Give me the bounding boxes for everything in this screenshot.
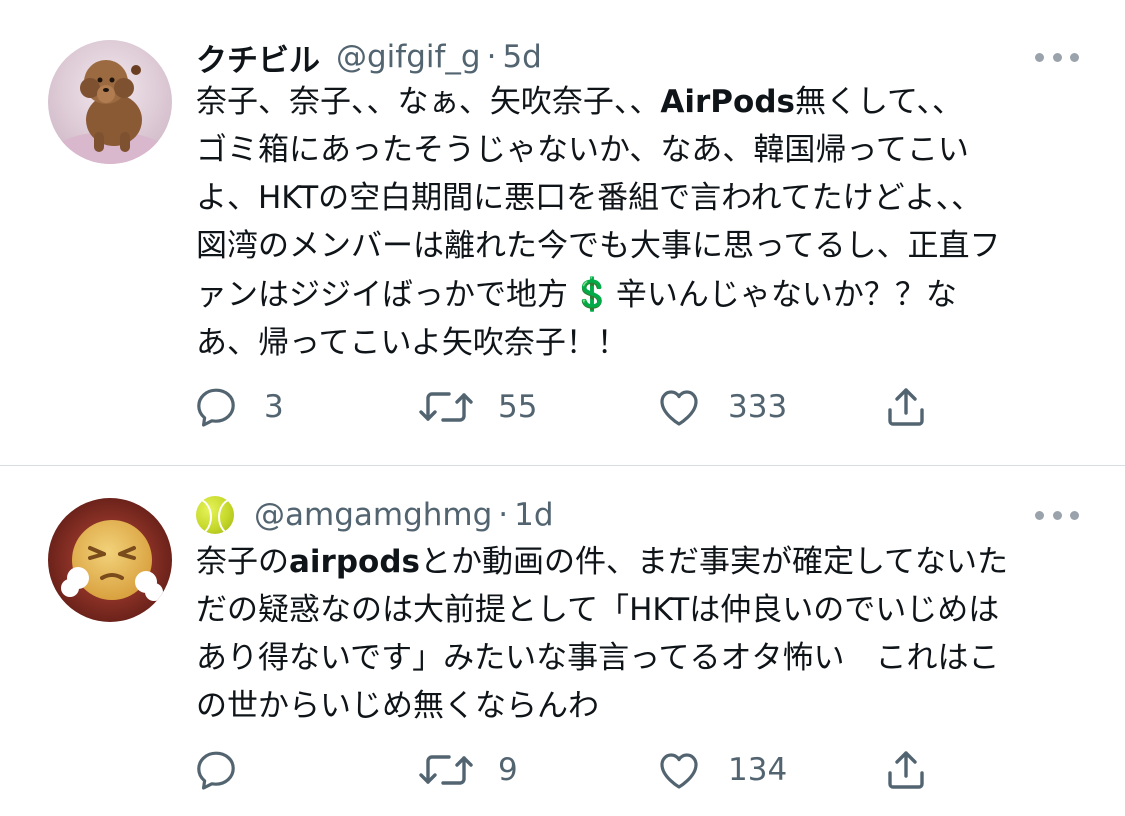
text-segment: 奈子の bbox=[196, 544, 289, 580]
dot bbox=[1052, 52, 1062, 62]
reply-count: 3 bbox=[264, 389, 284, 425]
text-line: 奈子、奈子、、なぁ、矢吹奈子、、AirPods無くして、、 bbox=[196, 78, 1076, 126]
tweet-text: 奈子、奈子、、なぁ、矢吹奈子、、AirPods無くして、、 ゴミ箱にあったそうじ… bbox=[196, 78, 1076, 367]
share-icon bbox=[888, 751, 924, 789]
more-dots-icon[interactable] bbox=[1035, 49, 1079, 65]
tweet-actions: 3 55 333 bbox=[192, 377, 952, 437]
text-line: ゴミ箱にあったそうじゃないか、なあ、韓国帰ってこい bbox=[196, 132, 969, 168]
heavy-dollar-sign-icon: 💲 bbox=[572, 275, 612, 313]
toy-poodle-avatar-icon bbox=[48, 40, 172, 164]
tweet-header: @amgamghmg · 1d bbox=[196, 494, 1105, 536]
retweet-button[interactable]: 9 bbox=[418, 740, 518, 800]
timestamp[interactable]: 5d bbox=[502, 39, 541, 75]
reply-button[interactable] bbox=[192, 740, 264, 800]
text-line: 図湾のメンバーは離れた今でも大事に思ってるし、正直フ bbox=[196, 228, 1001, 264]
retweet-count: 9 bbox=[498, 752, 518, 788]
heart-icon bbox=[660, 753, 698, 789]
like-count: 134 bbox=[728, 752, 788, 788]
retweet-icon bbox=[419, 755, 473, 785]
text-line: あり得ないです」みたいな事言ってるオタ怖い これはこ bbox=[196, 640, 1000, 676]
retweet-button[interactable]: 55 bbox=[418, 377, 537, 437]
share-button[interactable] bbox=[882, 377, 930, 437]
more-dots-icon[interactable] bbox=[1035, 507, 1079, 523]
reply-icon bbox=[197, 388, 235, 427]
avatar[interactable] bbox=[48, 498, 172, 622]
reply-button[interactable]: 3 bbox=[192, 377, 284, 437]
bold-text: AirPods bbox=[660, 84, 795, 120]
dot bbox=[1052, 510, 1062, 520]
tweet-actions: 9 134 bbox=[192, 740, 952, 800]
dot bbox=[1070, 52, 1079, 62]
retweet-icon bbox=[419, 392, 473, 422]
dot bbox=[1070, 510, 1079, 520]
dot bbox=[1035, 510, 1044, 520]
text-line: ァンはジジイばっかで地方 💲 辛いんじゃないか？？な bbox=[196, 270, 1076, 319]
retweet-count: 55 bbox=[498, 389, 538, 425]
display-name[interactable]: クチビル bbox=[196, 35, 320, 80]
timestamp[interactable]: 1d bbox=[514, 497, 553, 533]
share-icon bbox=[888, 388, 924, 426]
like-button[interactable]: 134 bbox=[654, 740, 787, 800]
tweet-text: 奈子のairpodsとか動画の件、まだ事実が確定してないた だの疑惑なのは大前提… bbox=[196, 538, 1076, 730]
text-line: だの疑惑なのは大前提として「HKTは仲良いのでいじめは bbox=[196, 592, 1000, 628]
user-handle[interactable]: @amgamghmg bbox=[254, 497, 492, 533]
like-count: 333 bbox=[728, 389, 788, 425]
text-line: よ、HKTの空白期間に悪口を番組で言われてたけどよ、、 bbox=[196, 180, 983, 216]
text-segment: 奈子、奈子、、なぁ、矢吹奈子、、 bbox=[196, 84, 661, 120]
separator-dot: · bbox=[486, 39, 497, 75]
text-segment: ァンはジジイばっかで地方 bbox=[196, 277, 568, 313]
text-segment: 辛いんじゃないか？？な bbox=[615, 277, 957, 313]
heart-icon bbox=[660, 390, 698, 426]
tweet-header: クチビル @gifgif_g · 5d bbox=[196, 35, 1105, 80]
text-segment: とか動画の件、まだ事実が確定してないた bbox=[419, 544, 1009, 580]
text-line: あ、帰ってこいよ矢吹奈子！！ bbox=[196, 325, 628, 361]
user-handle[interactable]: @gifgif_g bbox=[336, 39, 481, 75]
text-segment: 無くして、、 bbox=[794, 84, 963, 120]
like-button[interactable]: 333 bbox=[654, 377, 787, 437]
angry-face-avatar-icon bbox=[48, 498, 172, 622]
dot bbox=[1035, 52, 1044, 62]
reply-icon bbox=[197, 751, 235, 790]
share-button[interactable] bbox=[882, 740, 930, 800]
text-line: の世からいじめ無くならんわ bbox=[196, 688, 599, 724]
tennis-ball-icon bbox=[196, 496, 234, 534]
tweet[interactable]: クチビル @gifgif_g · 5d 奈子、奈子、、なぁ、矢吹奈子、、AirP… bbox=[0, 0, 1125, 466]
bold-text: airpods bbox=[289, 544, 420, 580]
text-line: 奈子のairpodsとか動画の件、まだ事実が確定してないた bbox=[196, 538, 1076, 586]
separator-dot: · bbox=[498, 497, 509, 533]
avatar[interactable] bbox=[48, 40, 172, 164]
